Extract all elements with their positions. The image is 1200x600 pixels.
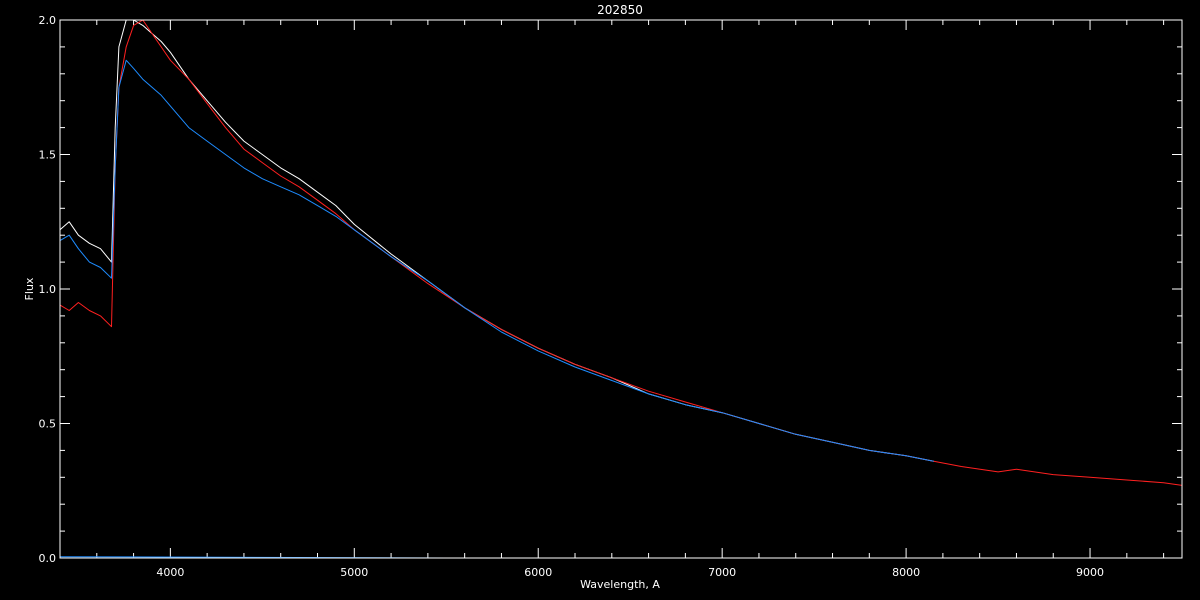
x-axis-label: Wavelength, A xyxy=(580,578,660,591)
chart-title: 202850 xyxy=(597,3,643,17)
y-tick-label: 1.5 xyxy=(39,149,57,162)
x-tick-label: 8000 xyxy=(892,566,920,579)
x-tick-label: 6000 xyxy=(524,566,552,579)
series-line-2 xyxy=(59,59,934,462)
frame-layer xyxy=(59,19,1183,559)
axes: 4000 5000 6000 7000 8000 9000 0.0 0.5 1.0 1.5 2.0 xyxy=(39,14,1182,579)
y-tick-label: 1.0 xyxy=(39,283,57,296)
y-tick-label: 0.0 xyxy=(39,552,57,565)
y-axis-label: Flux xyxy=(23,277,36,300)
series-line-1 xyxy=(59,19,1183,486)
series-line-0 xyxy=(59,19,934,462)
x-tick-label: 9000 xyxy=(1076,566,1104,579)
x-tick-label: 7000 xyxy=(708,566,736,579)
x-tick-label: 4000 xyxy=(156,566,184,579)
y-tick-label: 0.5 xyxy=(39,418,57,431)
spectrum-chart: 202850 4000 5000 6000 7000 8000 9000 0.0 0.5 1.0… xyxy=(23,3,1183,591)
y-tick-label: 2.0 xyxy=(39,14,57,27)
series-layer xyxy=(59,19,1183,559)
plot-frame xyxy=(59,19,1183,559)
x-tick-label: 5000 xyxy=(340,566,368,579)
